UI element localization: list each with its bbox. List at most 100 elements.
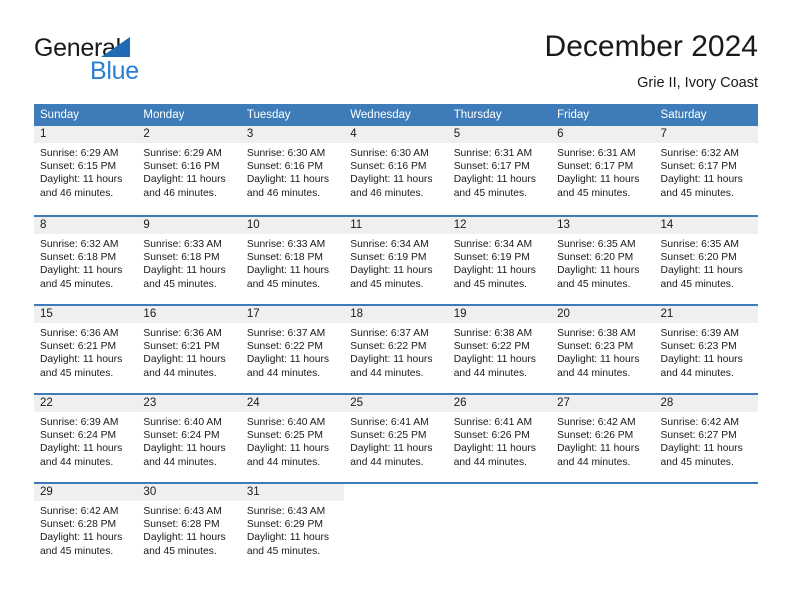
daynum-band: 22 — [34, 395, 138, 412]
daylight-text-line2: and 44 minutes. — [557, 456, 631, 468]
daynum-band: 13 — [551, 217, 655, 234]
sunrise-text: Sunrise: 6:33 AM — [246, 239, 326, 250]
day-cell[interactable]: 6 Sunrise: 6:31 AM Sunset: 6:17 PM Dayli… — [551, 126, 655, 215]
week-row: 22 Sunrise: 6:39 AM Sunset: 6:24 PM Dayl… — [34, 393, 758, 482]
weekday-header-monday: Monday — [143, 109, 185, 121]
day-cell[interactable]: 17 Sunrise: 6:37 AM Sunset: 6:22 PM Dayl… — [240, 306, 345, 393]
daylight-text-line1: Daylight: 11 hours — [660, 354, 743, 366]
daylight-text-line1: Daylight: 11 hours — [246, 265, 330, 277]
daylight-text-line1: Daylight: 11 hours — [350, 443, 433, 455]
day-cell[interactable]: 4 Sunrise: 6:30 AM Sunset: 6:16 PM Dayli… — [344, 126, 448, 215]
day-cell[interactable]: 27 Sunrise: 6:42 AM Sunset: 6:26 PM Dayl… — [551, 395, 655, 482]
sunset-text: Sunset: 6:27 PM — [660, 430, 737, 442]
sunset-text: Sunset: 6:16 PM — [143, 161, 220, 173]
page-subtitle: Grie II, Ivory Coast — [637, 75, 758, 91]
daylight-text-line1: Daylight: 11 hours — [40, 443, 123, 455]
day-cell[interactable]: 8 Sunrise: 6:32 AM Sunset: 6:18 PM Dayli… — [34, 217, 138, 304]
sunset-text: Sunset: 6:25 PM — [246, 430, 323, 442]
day-number: 5 — [453, 128, 461, 140]
day-cell[interactable]: 7 Sunrise: 6:32 AM Sunset: 6:17 PM Dayli… — [654, 126, 758, 215]
day-details: Sunrise: 6:42 AM Sunset: 6:26 PM Dayligh… — [551, 412, 654, 469]
weekday-header-row: Sunday Monday Tuesday Wednesday Thursday… — [34, 104, 758, 126]
daylight-text-line1: Daylight: 11 hours — [40, 354, 123, 366]
day-cell[interactable]: 18 Sunrise: 6:37 AM Sunset: 6:22 PM Dayl… — [344, 306, 448, 393]
daynum-band: 3 — [240, 126, 345, 143]
sunset-text: Sunset: 6:16 PM — [246, 161, 323, 173]
day-cell[interactable]: 20 Sunrise: 6:38 AM Sunset: 6:23 PM Dayl… — [551, 306, 655, 393]
daylight-text-line2: and 44 minutes. — [350, 367, 424, 379]
week-row: 1 Sunrise: 6:29 AM Sunset: 6:15 PM Dayli… — [34, 126, 758, 215]
page-title: December 2024 — [544, 30, 758, 63]
day-details: Sunrise: 6:37 AM Sunset: 6:22 PM Dayligh… — [241, 323, 344, 380]
sunset-text: Sunset: 6:17 PM — [453, 161, 530, 173]
day-cell[interactable]: 13 Sunrise: 6:35 AM Sunset: 6:20 PM Dayl… — [551, 217, 655, 304]
general-blue-logo[interactable]: General Blue — [34, 34, 234, 90]
day-number: 8 — [40, 219, 47, 231]
sunrise-text: Sunrise: 6:32 AM — [660, 148, 739, 159]
day-cell[interactable]: 14 Sunrise: 6:35 AM Sunset: 6:20 PM Dayl… — [654, 217, 758, 304]
day-cell[interactable]: 19 Sunrise: 6:38 AM Sunset: 6:22 PM Dayl… — [447, 306, 552, 393]
day-cell[interactable]: 1 Sunrise: 6:29 AM Sunset: 6:15 PM Dayli… — [34, 126, 138, 215]
daylight-text-line2: and 45 minutes. — [453, 187, 527, 199]
daylight-text-line1: Daylight: 11 hours — [350, 354, 433, 366]
day-number: 11 — [350, 219, 363, 231]
daylight-text-line2: and 45 minutes. — [660, 278, 734, 290]
sunset-text: Sunset: 6:28 PM — [40, 519, 117, 531]
sunset-text: Sunset: 6:28 PM — [143, 519, 220, 531]
sunrise-text: Sunrise: 6:43 AM — [246, 506, 326, 517]
daynum-band: 26 — [447, 395, 552, 412]
sunset-text: Sunset: 6:24 PM — [143, 430, 220, 442]
daylight-text-line1: Daylight: 11 hours — [246, 532, 330, 544]
day-cell[interactable]: 5 Sunrise: 6:31 AM Sunset: 6:17 PM Dayli… — [447, 126, 552, 215]
sunrise-text: Sunrise: 6:40 AM — [246, 417, 326, 428]
day-cell[interactable]: 11 Sunrise: 6:34 AM Sunset: 6:19 PM Dayl… — [344, 217, 448, 304]
daynum-band: 14 — [654, 217, 758, 234]
day-cell[interactable]: 12 Sunrise: 6:34 AM Sunset: 6:19 PM Dayl… — [447, 217, 552, 304]
day-number: 17 — [246, 308, 260, 320]
daynum-band: 16 — [137, 306, 241, 323]
sunrise-text: Sunrise: 6:38 AM — [557, 328, 636, 339]
sunset-text: Sunset: 6:20 PM — [660, 252, 737, 264]
day-cell[interactable]: 31 Sunrise: 6:43 AM Sunset: 6:29 PM Dayl… — [240, 484, 345, 571]
day-number: 24 — [246, 397, 260, 409]
daynum-band: 29 — [34, 484, 138, 501]
day-cell[interactable]: 9 Sunrise: 6:33 AM Sunset: 6:18 PM Dayli… — [137, 217, 241, 304]
day-cell[interactable]: 2 Sunrise: 6:29 AM Sunset: 6:16 PM Dayli… — [137, 126, 241, 215]
sunset-text: Sunset: 6:26 PM — [453, 430, 530, 442]
day-number: 26 — [453, 397, 467, 409]
daylight-text-line1: Daylight: 11 hours — [453, 354, 536, 366]
day-cell[interactable]: 25 Sunrise: 6:41 AM Sunset: 6:25 PM Dayl… — [344, 395, 448, 482]
sunrise-text: Sunrise: 6:37 AM — [246, 328, 326, 339]
day-cell[interactable]: 22 Sunrise: 6:39 AM Sunset: 6:24 PM Dayl… — [34, 395, 138, 482]
day-cell[interactable]: 16 Sunrise: 6:36 AM Sunset: 6:21 PM Dayl… — [137, 306, 241, 393]
daylight-text-line1: Daylight: 11 hours — [40, 265, 123, 277]
day-cell[interactable]: 26 Sunrise: 6:41 AM Sunset: 6:26 PM Dayl… — [447, 395, 552, 482]
day-number: 27 — [557, 397, 570, 409]
day-cell[interactable]: 3 Sunrise: 6:30 AM Sunset: 6:16 PM Dayli… — [240, 126, 345, 215]
day-cell[interactable]: 23 Sunrise: 6:40 AM Sunset: 6:24 PM Dayl… — [137, 395, 241, 482]
day-number: 13 — [557, 219, 570, 231]
weekday-header-sunday: Sunday — [40, 109, 80, 121]
day-cell[interactable]: 30 Sunrise: 6:43 AM Sunset: 6:28 PM Dayl… — [137, 484, 241, 571]
day-details: Sunrise: 6:35 AM Sunset: 6:20 PM Dayligh… — [655, 234, 758, 291]
day-cell[interactable]: 15 Sunrise: 6:36 AM Sunset: 6:21 PM Dayl… — [34, 306, 138, 393]
sunrise-text: Sunrise: 6:41 AM — [453, 417, 533, 428]
logo-text-blue: Blue — [90, 57, 139, 85]
sunrise-text: Sunrise: 6:40 AM — [143, 417, 222, 428]
sunset-text: Sunset: 6:23 PM — [557, 341, 634, 353]
day-cell[interactable]: 10 Sunrise: 6:33 AM Sunset: 6:18 PM Dayl… — [240, 217, 345, 304]
day-cell-empty — [344, 484, 447, 571]
day-cell[interactable]: 21 Sunrise: 6:39 AM Sunset: 6:23 PM Dayl… — [654, 306, 758, 393]
daynum-band: 30 — [137, 484, 241, 501]
day-cell[interactable]: 24 Sunrise: 6:40 AM Sunset: 6:25 PM Dayl… — [240, 395, 345, 482]
day-number: 14 — [660, 219, 674, 231]
day-cell[interactable]: 28 Sunrise: 6:42 AM Sunset: 6:27 PM Dayl… — [654, 395, 758, 482]
daynum-band: 18 — [344, 306, 448, 323]
sunrise-text: Sunrise: 6:42 AM — [660, 417, 739, 428]
day-details: Sunrise: 6:43 AM Sunset: 6:29 PM Dayligh… — [241, 501, 344, 558]
daynum-band: 27 — [551, 395, 655, 412]
day-cell[interactable]: 29 Sunrise: 6:42 AM Sunset: 6:28 PM Dayl… — [34, 484, 138, 571]
daylight-text-line2: and 45 minutes. — [557, 187, 631, 199]
day-details: Sunrise: 6:43 AM Sunset: 6:28 PM Dayligh… — [137, 501, 240, 558]
daylight-text-line2: and 46 minutes. — [143, 187, 217, 199]
